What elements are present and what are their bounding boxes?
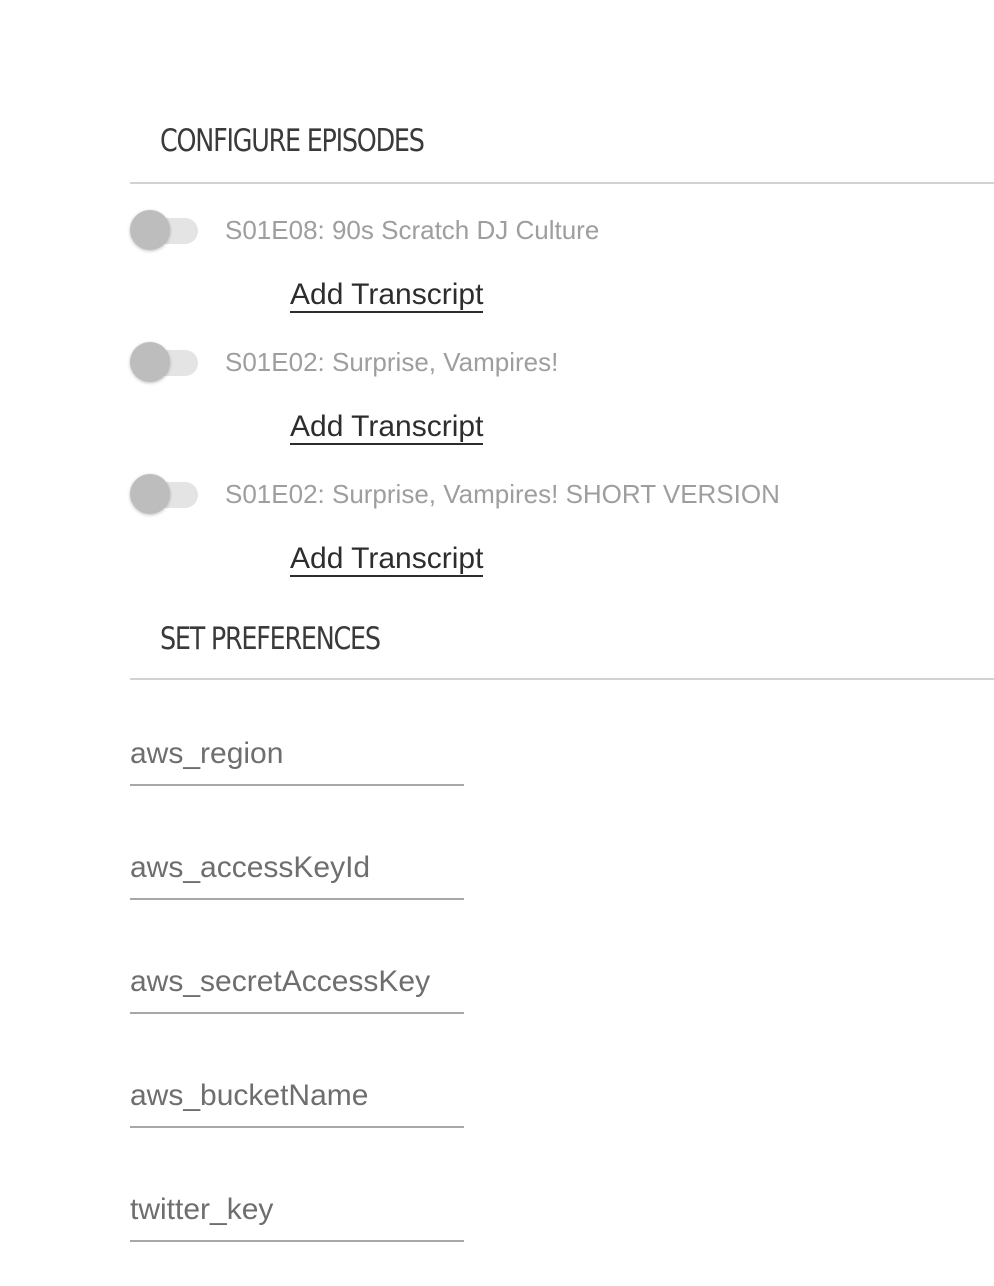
aws-region-field <box>130 724 464 786</box>
set-preferences-header: SET PREFERENCES <box>130 0 994 680</box>
aws-secret-access-key-input[interactable] <box>130 960 464 1004</box>
aws-access-key-id-field <box>130 838 464 900</box>
aws-secret-access-key-field <box>130 952 464 1014</box>
aws-access-key-id-input[interactable] <box>130 846 464 890</box>
set-preferences-title: SET PREFERENCES <box>160 621 381 657</box>
aws-bucket-name-field <box>130 1066 464 1128</box>
twitter-key-input[interactable] <box>130 1188 464 1232</box>
aws-region-input[interactable] <box>130 732 464 776</box>
aws-bucket-name-input[interactable] <box>130 1074 464 1118</box>
twitter-key-field <box>130 1180 464 1242</box>
